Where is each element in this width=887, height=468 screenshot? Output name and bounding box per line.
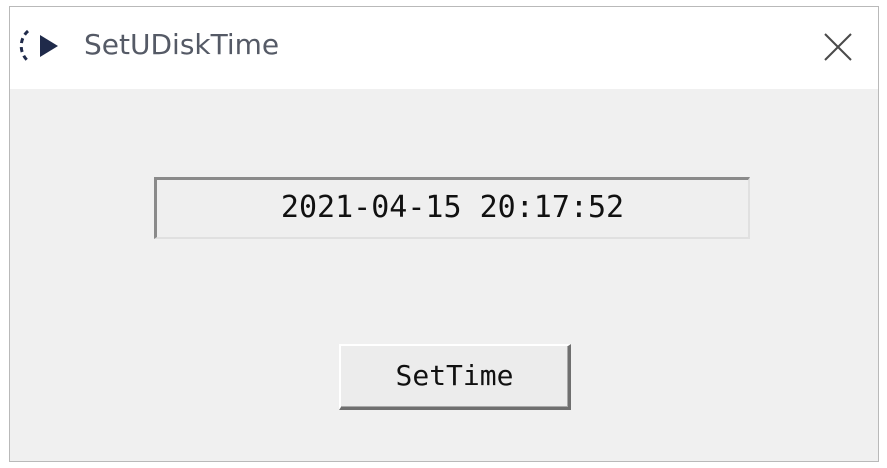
title-bar[interactable]: SetUDiskTime bbox=[10, 7, 878, 89]
close-button[interactable] bbox=[816, 25, 860, 69]
close-icon bbox=[824, 33, 852, 61]
time-display-field[interactable]: 2021-04-15 20:17:52 bbox=[154, 177, 750, 239]
app-icon bbox=[18, 21, 68, 71]
window-title: SetUDiskTime bbox=[84, 28, 280, 61]
dialog-window: SetUDiskTime 2021-04-15 20:17:52 SetTime bbox=[9, 6, 879, 462]
crescent-arrow-icon bbox=[19, 27, 58, 65]
set-time-button[interactable]: SetTime bbox=[339, 344, 571, 410]
